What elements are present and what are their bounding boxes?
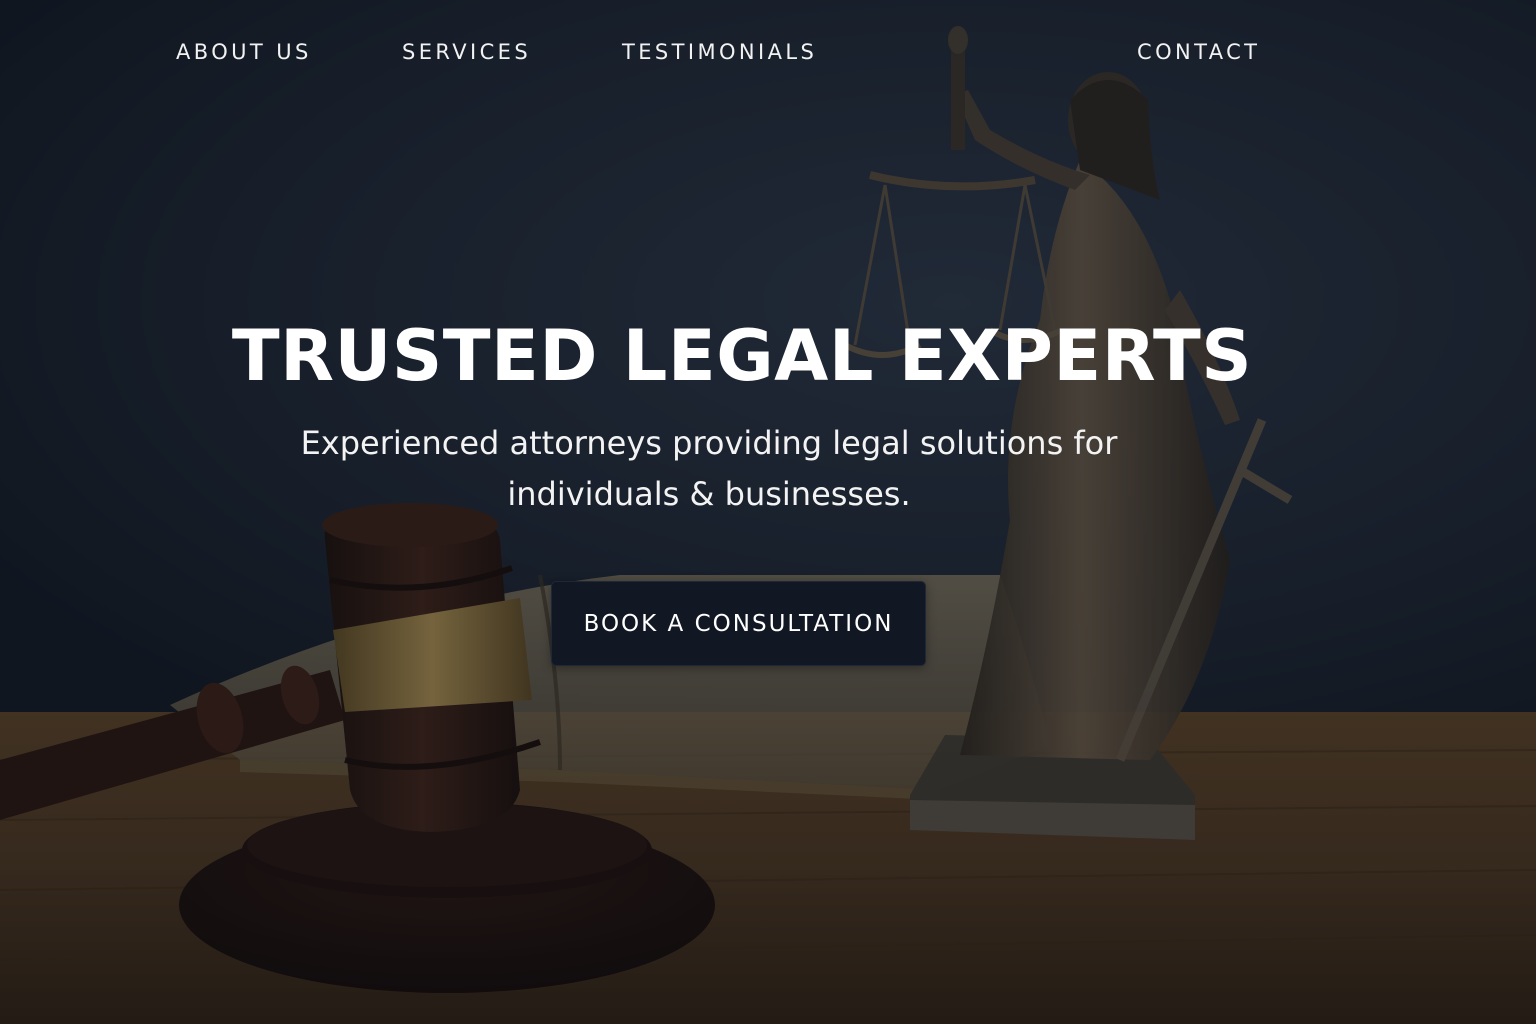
nav-link-contact[interactable]: CONTACT (1137, 38, 1260, 66)
top-navigation: ABOUT US SERVICES TESTIMONIALS CONTACT (0, 0, 1536, 104)
hero-title: TRUSTED LEGAL EXPERTS (231, 315, 1253, 397)
nav-link-testimonials[interactable]: TESTIMONIALS (622, 38, 817, 66)
nav-link-services[interactable]: SERVICES (402, 38, 531, 66)
book-consultation-button[interactable]: BOOK A CONSULTATION (551, 581, 926, 666)
nav-link-about-us[interactable]: ABOUT US (176, 38, 312, 66)
hero-subtitle: Experienced attorneys providing legal so… (300, 424, 1118, 513)
hero-section: ABOUT US SERVICES TESTIMONIALS CONTACT T… (0, 0, 1536, 1024)
